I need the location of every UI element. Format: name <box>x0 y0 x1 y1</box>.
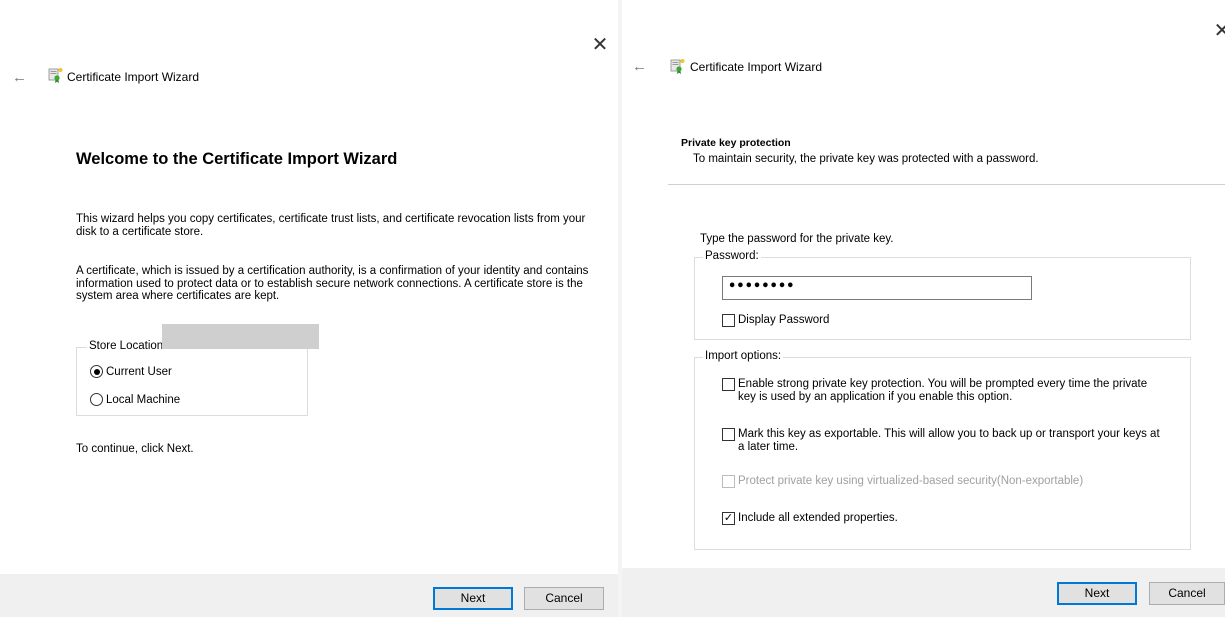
local-machine-radio[interactable]: Local Machine <box>90 393 180 406</box>
intro-paragraph: This wizard helps you copy certificates,… <box>76 213 586 238</box>
import-options-label: Import options: <box>703 350 784 362</box>
strong-protection-checkbox[interactable]: Enable strong private key protection. Yo… <box>722 378 1162 403</box>
cancel-button[interactable]: Cancel <box>1149 582 1225 605</box>
wizard-footer: Next Cancel <box>0 574 618 617</box>
vbs-protection-checkbox: Protect private key using virtualized-ba… <box>722 475 1162 488</box>
radio-button[interactable] <box>90 393 103 406</box>
radio-button[interactable] <box>90 365 103 378</box>
wizard-footer: Next Cancel <box>622 568 1225 617</box>
current-user-label: Current User <box>106 365 172 378</box>
checkbox[interactable] <box>722 314 735 327</box>
continue-instruction: To continue, click Next. <box>76 443 194 455</box>
wizard-title: Certificate Import Wizard <box>690 60 823 74</box>
checkbox[interactable] <box>722 428 735 441</box>
extended-properties-checkbox[interactable]: ✓ Include all extended properties. <box>722 512 1162 525</box>
store-location-label: Store Location <box>87 340 166 352</box>
password-prompt: Type the password for the private key. <box>700 233 894 245</box>
strong-protection-label: Enable strong private key protection. Yo… <box>738 378 1148 403</box>
local-machine-label: Local Machine <box>106 393 181 406</box>
current-user-radio[interactable]: Current User <box>90 365 172 378</box>
header-divider <box>668 184 1225 185</box>
certificate-description-paragraph: A certificate, which is issued by a cert… <box>76 265 589 302</box>
certificate-wizard-icon <box>670 59 685 74</box>
back-arrow-icon[interactable]: ← <box>632 59 647 75</box>
display-password-checkbox[interactable]: Display Password <box>722 314 829 327</box>
close-icon[interactable]: ✕ <box>588 34 612 58</box>
close-icon[interactable]: ✕ <box>1210 20 1225 44</box>
extended-properties-label: Include all extended properties. <box>738 512 898 524</box>
welcome-heading: Welcome to the Certificate Import Wizard <box>76 150 398 168</box>
redacted-area <box>162 324 319 349</box>
section-title: Private key protection <box>681 137 791 149</box>
display-password-label: Display Password <box>738 314 830 326</box>
password-field[interactable]: •••••••• <box>722 276 1032 300</box>
section-description: To maintain security, the private key wa… <box>693 153 1039 165</box>
certificate-wizard-icon <box>48 68 63 83</box>
private-key-wizard-panel: ✕ ← Certificate Import Wizard Private ke… <box>622 0 1225 617</box>
wizard-title: Certificate Import Wizard <box>67 70 200 84</box>
back-arrow-icon[interactable]: ← <box>12 70 27 86</box>
password-label: Password: <box>703 250 761 262</box>
next-button[interactable]: Next <box>1057 582 1137 605</box>
checkmark-icon[interactable]: ✓ <box>722 512 735 525</box>
vbs-protection-label: Protect private key using virtualized-ba… <box>738 475 1084 487</box>
welcome-wizard-panel: ✕ ← Certificate Import Wizard Welcome to… <box>0 0 618 617</box>
exportable-key-checkbox[interactable]: Mark this key as exportable. This will a… <box>722 428 1162 453</box>
checkbox <box>722 475 735 488</box>
next-button[interactable]: Next <box>433 587 513 610</box>
exportable-key-label: Mark this key as exportable. This will a… <box>738 428 1160 453</box>
cancel-button[interactable]: Cancel <box>524 587 604 610</box>
checkbox[interactable] <box>722 378 735 391</box>
